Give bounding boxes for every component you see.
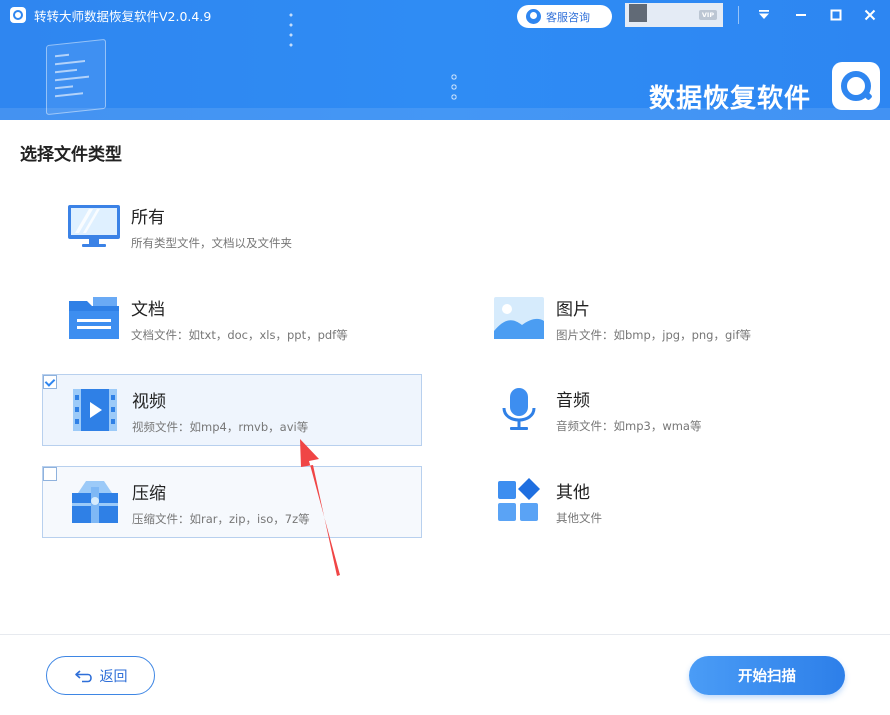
file-type-description: 所有类型文件，文档以及文件夹 [131,236,292,250]
file-type-description: 音频文件：如mp3，wma等 [556,419,702,433]
close-button[interactable] [857,3,883,27]
file-type-name: 视频 [132,392,166,412]
file-type-description: 视频文件：如mp4，rmvb，avi等 [132,420,309,434]
microphone-icon [502,388,536,430]
footer-divider [0,634,890,635]
avatar [629,4,647,22]
folder-icon [69,297,119,339]
monitor-icon [68,205,120,247]
file-type-name: 文档 [131,300,165,320]
file-type-name: 图片 [556,300,590,320]
start-scan-button[interactable]: 开始扫描 [689,656,845,695]
start-scan-label: 开始扫描 [738,669,796,685]
back-button-label: 返回 [99,668,128,685]
file-type-document[interactable]: 文档 文档文件：如txt，doc，xls，ppt，pdf等 [42,283,422,355]
file-type-image[interactable]: 图片 图片文件：如bmp，jpg，png，gif等 [467,283,847,355]
file-type-description: 其他文件 [556,511,602,525]
menu-dropdown-button[interactable] [751,3,777,27]
close-icon [864,9,876,21]
video-checkbox[interactable] [43,375,57,389]
header-decoration-dots [289,10,293,50]
vip-badge: VIP [699,10,717,20]
file-type-audio[interactable]: 音频 音频文件：如mp3，wma等 [467,374,847,446]
video-icon [73,389,117,431]
image-icon [494,297,544,339]
header-decoration-screen [46,38,106,116]
file-type-description: 压缩文件：如rar，zip，iso，7z等 [132,512,310,526]
page-title: 选择文件类型 [20,145,122,165]
menu-dropdown-icon [759,10,769,19]
file-type-other[interactable]: 其他 其他文件 [467,466,847,538]
minimize-icon [796,14,806,16]
archive-checkbox[interactable] [43,467,57,481]
minimize-button[interactable] [788,3,814,27]
file-type-description: 文档文件：如txt，doc，xls，ppt，pdf等 [131,328,348,342]
back-button[interactable]: 返回 [46,656,155,695]
apps-grid-icon [498,478,540,521]
customer-service-icon [526,9,541,24]
back-arrow-icon [74,669,92,682]
customer-service-button[interactable]: 客服咨询 [517,5,612,28]
window-controls-divider [738,6,739,24]
archive-icon [72,481,118,523]
customer-service-label: 客服咨询 [546,10,590,24]
app-logo-icon [10,7,26,23]
header-decoration-rings [450,72,458,102]
file-type-name: 压缩 [132,484,166,504]
file-type-video[interactable]: 视频 视频文件：如mp4，rmvb，avi等 [42,374,422,446]
file-type-name: 音频 [556,391,590,411]
brand-logo-icon [832,62,880,110]
app-title: 转转大师数据恢复软件V2.0.4.9 [34,9,212,24]
file-type-name: 其他 [556,483,590,503]
file-type-archive[interactable]: 压缩 压缩文件：如rar，zip，iso，7z等 [42,466,422,538]
title-bar: 转转大师数据恢复软件V2.0.4.9 客服咨询 VIP 数据恢复软件 [0,0,890,120]
user-account-area[interactable]: VIP [625,3,723,27]
file-type-name: 所有 [131,208,165,228]
maximize-icon [830,9,842,21]
brand-title: 数据恢复软件 [649,84,812,114]
maximize-button[interactable] [823,3,849,27]
file-type-all[interactable]: 所有 所有类型文件，文档以及文件夹 [42,191,422,263]
file-type-description: 图片文件：如bmp，jpg，png，gif等 [556,328,752,342]
